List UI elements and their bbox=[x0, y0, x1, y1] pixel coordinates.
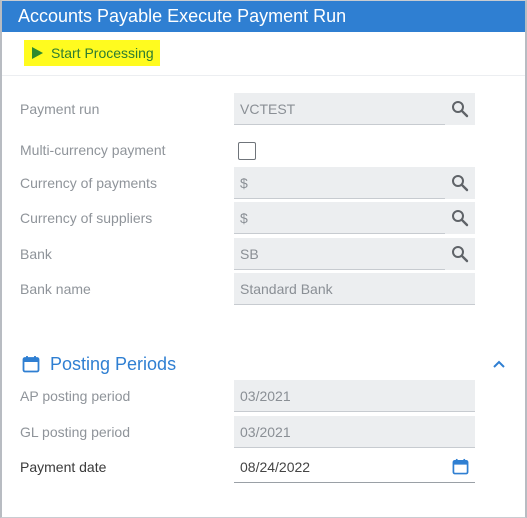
search-icon bbox=[452, 210, 469, 227]
currency-suppliers-input[interactable]: $ bbox=[234, 202, 445, 234]
bank-name-label: Bank name bbox=[20, 281, 91, 297]
payment-date-calendar-button[interactable] bbox=[445, 451, 475, 483]
payment-run-input[interactable]: VCTEST bbox=[234, 93, 445, 125]
payment-run-label: Payment run bbox=[20, 101, 100, 117]
currency-payments-input[interactable]: $ bbox=[234, 167, 445, 199]
multi-currency-checkbox[interactable] bbox=[238, 142, 256, 160]
ap-period-input: 03/2021 bbox=[234, 380, 475, 412]
bank-row: Bank SB bbox=[2, 238, 525, 270]
payment-run-window: Accounts Payable Execute Payment Run Sta… bbox=[0, 0, 527, 518]
currency-payments-row: Currency of payments $ bbox=[2, 167, 525, 199]
search-icon bbox=[452, 246, 469, 263]
currency-payments-label: Currency of payments bbox=[20, 175, 157, 191]
window-title: Accounts Payable Execute Payment Run bbox=[2, 1, 525, 32]
payment-run-lookup-button[interactable] bbox=[445, 93, 475, 125]
bank-name-row: Bank name Standard Bank bbox=[2, 273, 525, 305]
gl-period-row: GL posting period 03/2021 bbox=[2, 416, 525, 448]
payment-date-row: Payment date 08/24/2022 bbox=[2, 451, 525, 483]
gl-period-label: GL posting period bbox=[20, 424, 130, 440]
payment-run-row: Payment run VCTEST bbox=[2, 93, 525, 125]
calendar-icon bbox=[452, 458, 468, 475]
calendar-icon bbox=[22, 356, 40, 373]
currency-suppliers-row: Currency of suppliers $ bbox=[2, 202, 525, 234]
multi-currency-row: Multi-currency payment bbox=[2, 134, 525, 166]
search-icon bbox=[452, 175, 469, 192]
start-processing-label: Start Processing bbox=[51, 45, 154, 61]
play-icon bbox=[32, 47, 43, 59]
start-processing-button[interactable]: Start Processing bbox=[24, 40, 160, 66]
bank-input[interactable]: SB bbox=[234, 238, 445, 270]
currency-payments-lookup-button[interactable] bbox=[445, 167, 475, 199]
bank-label: Bank bbox=[20, 246, 52, 262]
multi-currency-label: Multi-currency payment bbox=[20, 142, 166, 158]
bank-name-input: Standard Bank bbox=[234, 273, 475, 305]
bank-lookup-button[interactable] bbox=[445, 238, 475, 270]
ap-period-label: AP posting period bbox=[20, 388, 131, 404]
posting-periods-header[interactable]: Posting Periods bbox=[2, 349, 525, 379]
chevron-up-icon[interactable] bbox=[490, 355, 508, 373]
search-icon bbox=[452, 101, 469, 118]
gl-period-input: 03/2021 bbox=[234, 416, 475, 448]
toolbar: Start Processing bbox=[2, 32, 525, 76]
payment-date-label: Payment date bbox=[20, 459, 107, 475]
payment-date-input[interactable]: 08/24/2022 bbox=[234, 451, 445, 483]
posting-periods-title: Posting Periods bbox=[50, 354, 177, 374]
currency-suppliers-lookup-button[interactable] bbox=[445, 202, 475, 234]
ap-period-row: AP posting period 03/2021 bbox=[2, 380, 525, 412]
currency-suppliers-label: Currency of suppliers bbox=[20, 210, 153, 226]
